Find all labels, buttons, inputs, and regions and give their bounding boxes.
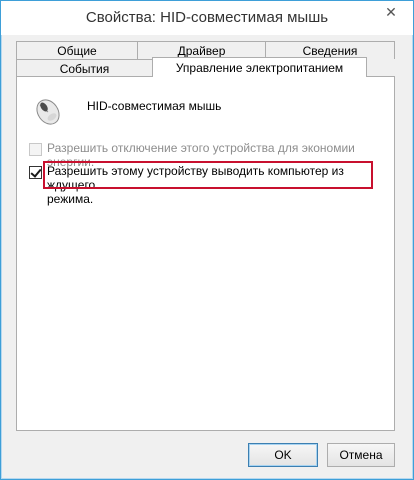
device-header: HID-совместимая мышь [31,93,221,127]
allow-wake-label-line2: режима. [47,192,94,206]
cancel-button[interactable]: Отмена [327,443,395,467]
allow-wake-label: Разрешить этому устройству выводить комп… [47,164,394,206]
tab-events[interactable]: События [16,59,153,77]
ok-button[interactable]: OK [248,443,318,467]
allow-power-off-checkbox[interactable] [29,143,42,156]
tab-general[interactable]: Общие [16,41,138,59]
mouse-icon [36,99,60,125]
close-button[interactable]: ✕ [375,1,407,23]
device-name: HID-совместимая мышь [87,99,222,113]
allow-wake-label-line1: Разрешить этому устройству выводить комп… [47,164,344,192]
properties-window: Свойства: HID-совместимая мышь ✕ Общие Д… [0,0,414,480]
allow-wake-checkbox[interactable] [29,166,42,179]
title-bar: Свойства: HID-совместимая мышь ✕ [1,1,413,35]
tab-power-management[interactable]: Управление электропитанием [152,57,367,77]
window-title: Свойства: HID-совместимая мышь [85,9,329,26]
option-allow-wake: Разрешить этому устройству выводить комп… [29,164,394,206]
power-management-panel: HID-совместимая мышь Разрешить отключени… [16,76,395,431]
